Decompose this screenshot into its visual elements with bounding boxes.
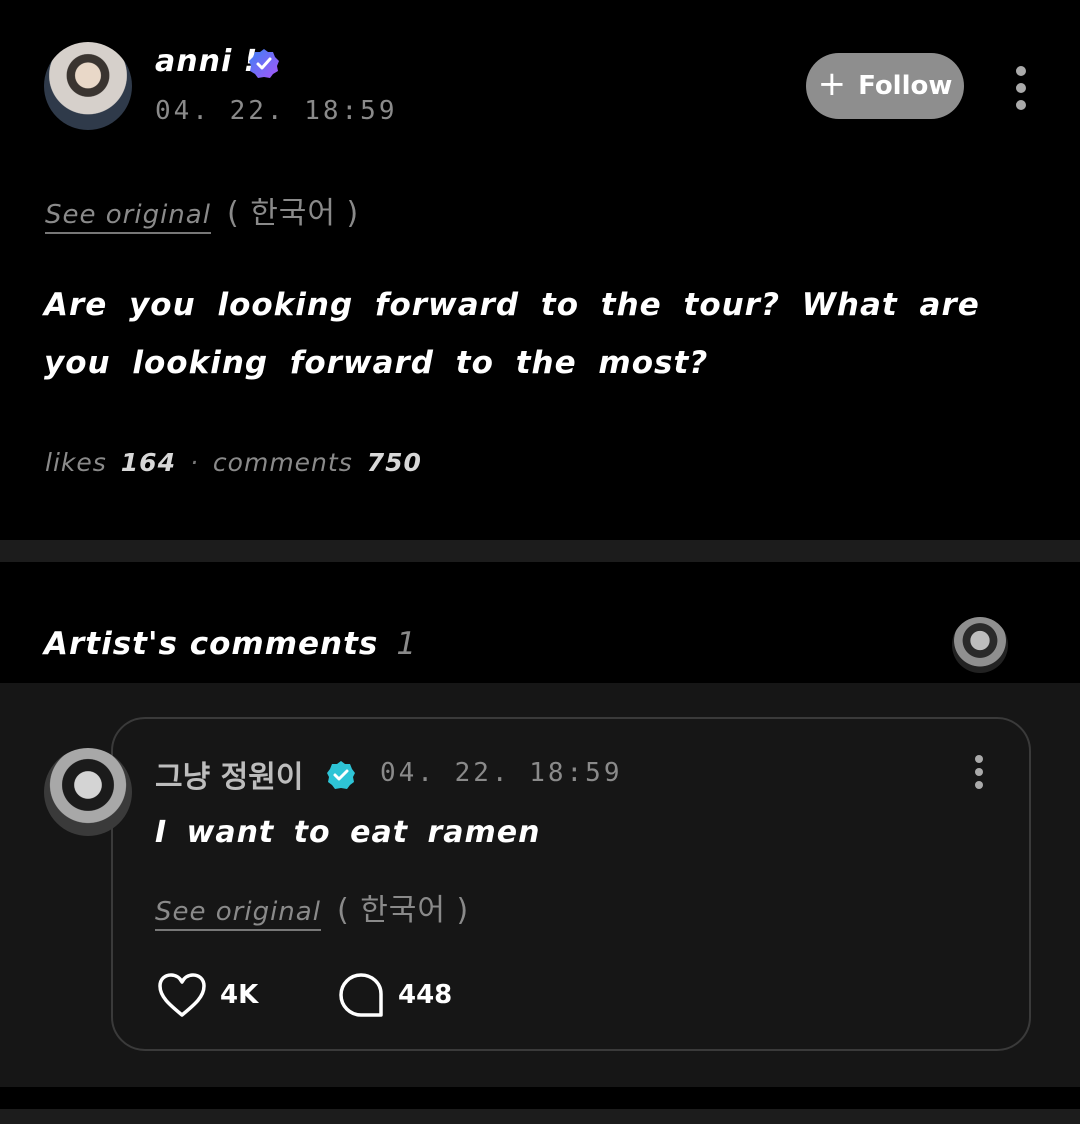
comment-text: I want to eat ramen	[155, 815, 541, 850]
heart-icon[interactable]	[156, 971, 208, 1019]
plus-icon: +	[817, 64, 847, 104]
comment-original-language: ( 한국어 )	[336, 893, 470, 928]
comment-see-original: See original ( 한국어 )	[155, 885, 470, 931]
speech-bubble-icon[interactable]	[338, 972, 384, 1018]
section-divider-bottom	[0, 1087, 1080, 1109]
comment-author-name[interactable]: 그냥 정원이	[155, 752, 303, 796]
comments-label: comments	[212, 448, 353, 477]
bottom-strip	[0, 1109, 1080, 1124]
author-avatar[interactable]	[44, 42, 132, 130]
artist-comments-header	[0, 562, 1080, 683]
see-original-link[interactable]: See original	[45, 200, 211, 234]
post-see-original: See original ( 한국어 )	[45, 188, 360, 234]
likes-count: 164	[120, 448, 176, 477]
stats-separator: ·	[189, 448, 199, 477]
comment-reply-count: 448	[398, 980, 453, 1010]
artist-mini-avatar[interactable]	[952, 617, 1008, 673]
post-more-options-icon[interactable]	[1010, 66, 1032, 110]
original-language-label: ( 한국어 )	[226, 196, 360, 231]
follow-button[interactable]: + Follow	[806, 53, 964, 119]
comments-count: 750	[366, 448, 422, 477]
comment-timestamp: 04. 22. 18:59	[380, 758, 623, 788]
post-body-text: Are you looking forward to the tour? Wha…	[44, 287, 980, 381]
comment-see-original-link[interactable]: See original	[155, 897, 321, 931]
artist-comments-title: Artist's comments 1	[44, 626, 417, 662]
post-stats: likes 164 · comments 750	[45, 448, 422, 477]
verified-badge-icon	[249, 49, 279, 78]
comment-author-avatar[interactable]	[44, 748, 132, 836]
artist-comments-count: 1	[396, 626, 418, 662]
likes-label: likes	[45, 448, 107, 477]
post-timestamp: 04. 22. 18:59	[155, 96, 398, 126]
follow-label: Follow	[858, 71, 953, 101]
artist-comments-label: Artist's comments	[44, 626, 379, 662]
author-name[interactable]: anni !	[155, 44, 258, 79]
verified-check-icon	[327, 761, 355, 789]
comment-like-count: 4K	[220, 980, 259, 1010]
comment-more-options-icon[interactable]	[970, 755, 988, 789]
section-divider	[0, 540, 1080, 562]
